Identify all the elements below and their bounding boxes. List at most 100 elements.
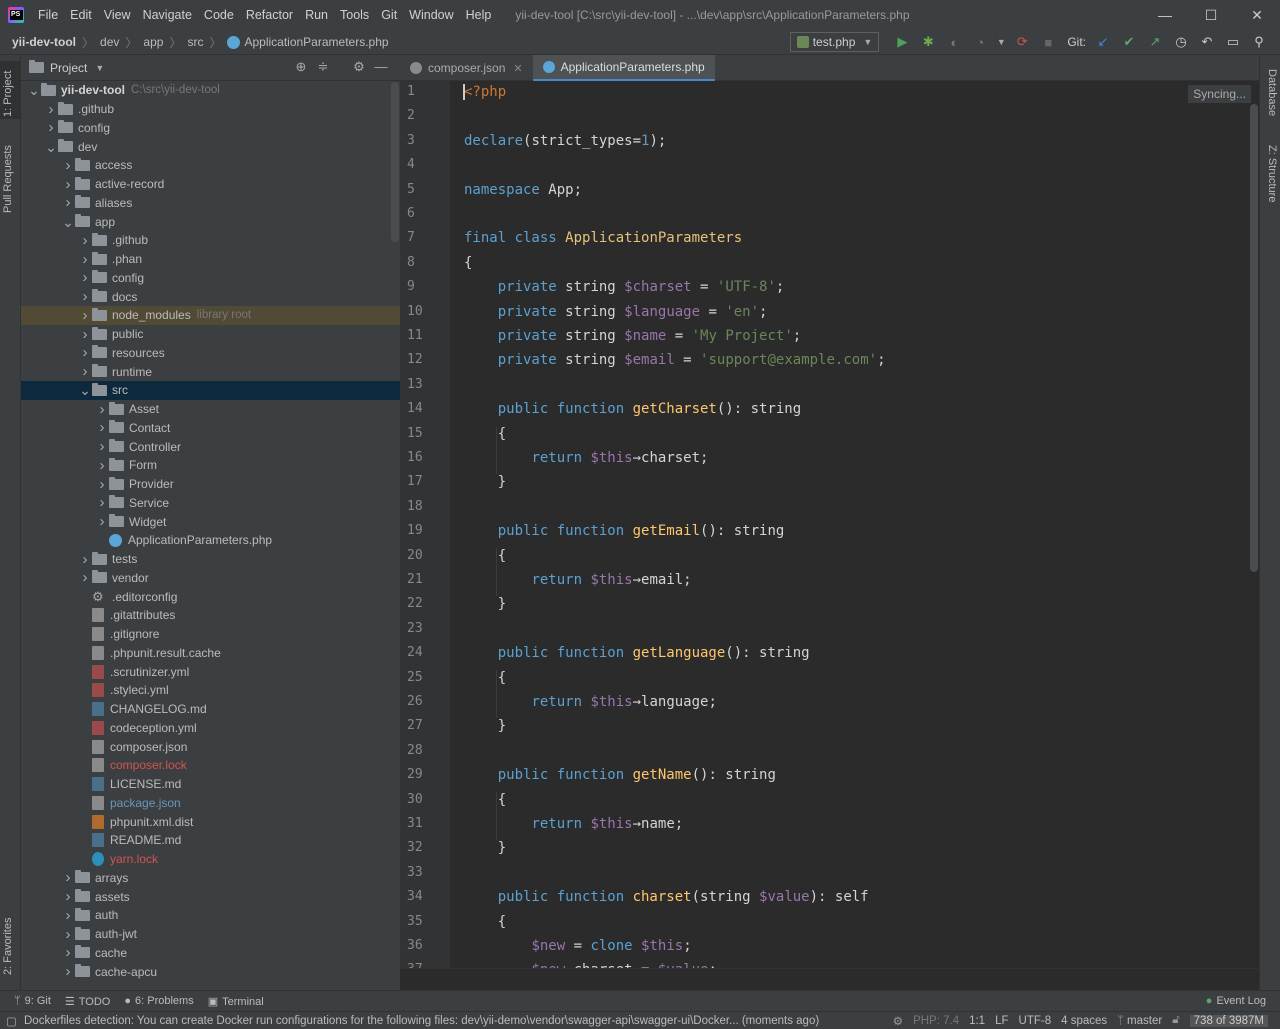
git-tool-button[interactable]: ᛘ 9: Git — [14, 995, 51, 1007]
tree-file[interactable]: ⚙ .editorconfig — [21, 587, 400, 606]
chevron-right-icon[interactable]: › — [78, 232, 92, 249]
breadcrumb-item[interactable]: yii-dev-tool — [12, 35, 76, 49]
tree-folder[interactable]: › Asset — [21, 400, 400, 419]
event-log-button[interactable]: ● Event Log — [1206, 995, 1266, 1007]
search-everywhere-icon[interactable]: ⚲ — [1251, 34, 1267, 50]
maximize-button[interactable]: ☐ — [1188, 0, 1234, 30]
tree-file[interactable]: composer.json — [21, 737, 400, 756]
tree-folder[interactable]: › access — [21, 156, 400, 175]
tree-file[interactable]: composer.lock — [21, 756, 400, 775]
tree-file[interactable]: .gitignore — [21, 625, 400, 644]
minimize-button[interactable]: — — [1142, 0, 1188, 30]
git-push-icon[interactable]: ↗ — [1147, 34, 1163, 50]
rollback-icon[interactable]: ↶ — [1199, 34, 1215, 50]
close-tab-icon[interactable]: ✕ — [513, 62, 522, 75]
chevron-right-icon[interactable]: › — [78, 307, 92, 324]
tree-folder[interactable]: › Contact — [21, 419, 400, 438]
breadcrumb-item[interactable]: app — [143, 35, 163, 49]
chevron-right-icon[interactable]: › — [95, 401, 109, 418]
tree-folder[interactable]: › auth — [21, 906, 400, 925]
memory-indicator[interactable]: 738 of 3987M — [1189, 1014, 1268, 1027]
tree-folder[interactable]: › .github — [21, 100, 400, 119]
code-editor[interactable]: Syncing... 1 <?php 2 3 declare(strict_types=… — [400, 81, 1259, 968]
tree-file[interactable]: .phpunit.result.cache — [21, 644, 400, 663]
menu-item[interactable]: Window — [403, 8, 459, 22]
git-commit-icon[interactable]: ✔ — [1121, 34, 1137, 50]
hide-panel-icon[interactable]: — — [370, 59, 392, 75]
editor-tab[interactable]: ApplicationParameters.php — [532, 55, 715, 81]
chevron-right-icon[interactable]: › — [95, 438, 109, 455]
tree-file[interactable]: .scrutinizer.yml — [21, 662, 400, 681]
tree-file[interactable]: yarn.lock — [21, 850, 400, 869]
chevron-down-icon[interactable]: ⌄ — [61, 215, 75, 229]
rerun-icon[interactable]: ⟳ — [1014, 34, 1030, 50]
run-configuration-select[interactable]: test.php ▼ — [789, 32, 880, 52]
menu-item[interactable]: Git — [375, 8, 403, 22]
problems-tool-button[interactable]: ● 6: Problems — [124, 995, 193, 1007]
menu-item[interactable]: Help — [460, 8, 498, 22]
chevron-right-icon[interactable]: › — [95, 494, 109, 511]
chevron-right-icon[interactable]: › — [78, 326, 92, 343]
gear-icon[interactable]: ⚙ — [348, 59, 370, 75]
project-tool-label[interactable]: 1: Project — [2, 71, 14, 117]
tree-folder[interactable]: › Controller — [21, 437, 400, 456]
editor-scrollbar[interactable] — [1250, 104, 1258, 572]
tree-folder[interactable]: › Form — [21, 456, 400, 475]
history-icon[interactable]: ◷ — [1173, 34, 1189, 50]
tree-folder[interactable]: › aliases — [21, 194, 400, 213]
menu-item[interactable]: File — [32, 8, 64, 22]
tree-folder[interactable]: › Widget — [21, 512, 400, 531]
menu-item[interactable]: Code — [198, 8, 240, 22]
file-encoding[interactable]: UTF-8 — [1019, 1015, 1052, 1027]
tree-file[interactable]: .styleci.yml — [21, 681, 400, 700]
tree-folder[interactable]: › Provider — [21, 475, 400, 494]
chevron-right-icon[interactable]: › — [61, 869, 75, 886]
menu-item[interactable]: Navigate — [137, 8, 198, 22]
chevron-right-icon[interactable]: › — [61, 907, 75, 924]
chevron-right-icon[interactable]: › — [78, 569, 92, 586]
tree-folder[interactable]: › assets — [21, 887, 400, 906]
chevron-right-icon[interactable]: › — [61, 194, 75, 211]
chevron-right-icon[interactable]: › — [61, 157, 75, 174]
status-message[interactable]: Dockerfiles detection: You can create Do… — [24, 1015, 819, 1027]
tree-folder[interactable]: ⌄ app — [21, 212, 400, 231]
structure-tool-label[interactable]: Z: Structure — [1266, 145, 1278, 202]
chevron-right-icon[interactable]: › — [78, 363, 92, 380]
chevron-right-icon[interactable]: › — [78, 551, 92, 568]
tree-file[interactable]: CHANGELOG.md — [21, 700, 400, 719]
tree-folder[interactable]: › cache — [21, 944, 400, 963]
caret-position[interactable]: 1:1 — [969, 1015, 985, 1027]
tree-file[interactable]: ApplicationParameters.php — [21, 531, 400, 550]
tree-folder[interactable]: › docs — [21, 287, 400, 306]
tree-folder[interactable]: ⌄ dev — [21, 137, 400, 156]
tree-folder[interactable]: › vendor — [21, 569, 400, 588]
presentation-icon[interactable]: ▭ — [1225, 34, 1241, 50]
menu-item[interactable]: View — [98, 8, 137, 22]
tree-folder[interactable]: › .phan — [21, 250, 400, 269]
tree-folder[interactable]: ⌄ src — [21, 381, 400, 400]
todo-tool-button[interactable]: ☰ TODO — [65, 995, 110, 1008]
tree-file[interactable]: codeception.yml — [21, 719, 400, 738]
chevron-right-icon[interactable]: › — [78, 288, 92, 305]
chevron-right-icon[interactable]: › — [61, 888, 75, 905]
tree-folder[interactable]: › arrays — [21, 869, 400, 888]
chevron-right-icon[interactable]: › — [61, 944, 75, 961]
editor-horizontal-scroll-area[interactable] — [400, 968, 1259, 990]
project-scrollbar[interactable] — [391, 82, 399, 242]
git-branch[interactable]: master — [1127, 1015, 1162, 1027]
locate-file-icon[interactable]: ⊕ — [290, 59, 312, 75]
favorites-tool-label[interactable]: 2: Favorites — [2, 918, 14, 975]
tree-file[interactable]: package.json — [21, 794, 400, 813]
tree-folder[interactable]: › Service — [21, 494, 400, 513]
tree-folder[interactable]: › .github — [21, 231, 400, 250]
chevron-down-icon[interactable]: ▼ — [95, 63, 104, 73]
chevron-right-icon[interactable]: › — [95, 457, 109, 474]
tree-folder[interactable]: › tests — [21, 550, 400, 569]
tree-folder[interactable]: › runtime — [21, 362, 400, 381]
tree-folder[interactable]: ⌄ yii-dev-tool C:\src\yii-dev-tool — [21, 81, 400, 100]
chevron-right-icon[interactable]: › — [78, 251, 92, 268]
chevron-right-icon[interactable]: › — [78, 344, 92, 361]
pull-requests-tool-label[interactable]: Pull Requests — [2, 145, 14, 213]
close-button[interactable]: ✕ — [1234, 0, 1280, 30]
editor-tab[interactable]: composer.json ✕ — [400, 55, 533, 81]
